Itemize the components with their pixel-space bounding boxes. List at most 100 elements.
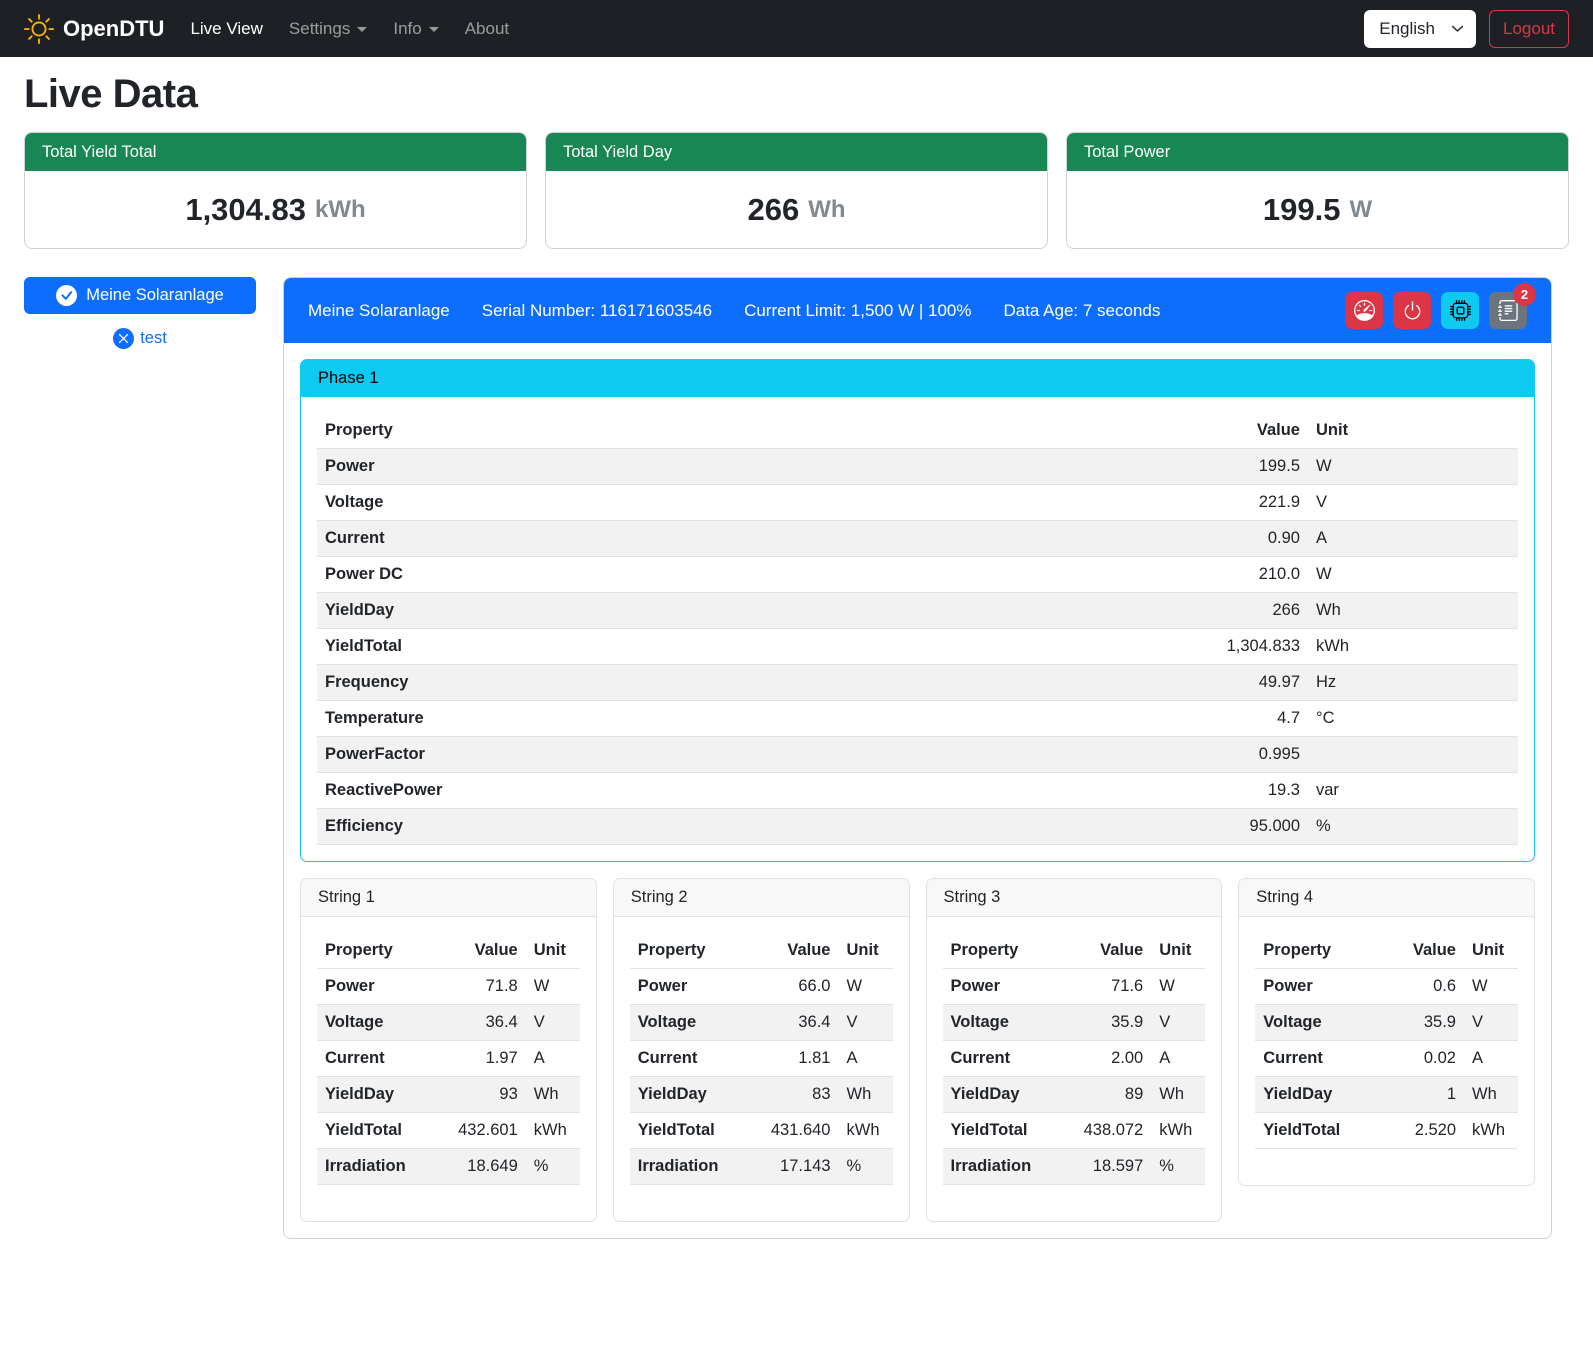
sidebar-item-meine-solaranlage[interactable]: Meine Solaranlage <box>24 277 256 314</box>
row-unit: V <box>1151 1005 1205 1041</box>
inverter-card-header: Meine Solaranlage Serial Number: 1161716… <box>284 278 1551 343</box>
row-value: 0.90 <box>910 521 1308 557</box>
column-header-property: Property <box>317 413 910 449</box>
column-header-unit: Unit <box>526 933 580 969</box>
table-row: Current0.02A <box>1255 1041 1518 1077</box>
row-unit: W <box>1464 969 1518 1005</box>
row-property: YieldTotal <box>1255 1113 1383 1149</box>
nav-item-about[interactable]: About <box>465 19 509 39</box>
row-unit: kWh <box>839 1113 893 1149</box>
string-4-table: Property Value Unit Power0.6WVoltage35.9… <box>1255 933 1518 1149</box>
row-unit: var <box>1308 773 1518 809</box>
table-row: YieldDay1Wh <box>1255 1077 1518 1113</box>
row-value: 66.0 <box>747 969 839 1005</box>
row-property: YieldDay <box>943 1077 1060 1113</box>
sidebar-item-label: test <box>140 329 167 348</box>
table-row: Voltage36.4V <box>630 1005 893 1041</box>
nav-item-live-view[interactable]: Live View <box>190 19 262 39</box>
row-unit: % <box>526 1149 580 1185</box>
column-header-value: Value <box>1383 933 1464 969</box>
row-value: 71.6 <box>1060 969 1152 1005</box>
row-property: Current <box>1255 1041 1383 1077</box>
row-unit: A <box>839 1041 893 1077</box>
device-info-button[interactable] <box>1441 292 1479 329</box>
row-property: Power <box>317 449 910 485</box>
logout-button[interactable]: Logout <box>1489 10 1569 48</box>
table-row: YieldTotal1,304.833kWh <box>317 629 1518 665</box>
language-select[interactable]: English <box>1364 10 1476 48</box>
nav-item-settings[interactable]: Settings <box>289 19 367 39</box>
row-value: 95.000 <box>910 809 1308 845</box>
column-header-unit: Unit <box>1151 933 1205 969</box>
language-select-value: English <box>1379 19 1435 39</box>
nav-links: Live View Settings Info About <box>190 19 509 39</box>
row-property: Power <box>317 969 434 1005</box>
nav-item-info[interactable]: Info <box>393 19 438 39</box>
table-row: Power71.8W <box>317 969 580 1005</box>
row-value: 4.7 <box>910 701 1308 737</box>
navbar-right: English Logout <box>1364 10 1569 48</box>
summary-card-title: Total Yield Day <box>546 133 1047 171</box>
row-unit: V <box>1308 485 1518 521</box>
row-property: Current <box>317 1041 434 1077</box>
table-row: Efficiency95.000% <box>317 809 1518 845</box>
row-unit: Wh <box>839 1077 893 1113</box>
table-row: ReactivePower19.3var <box>317 773 1518 809</box>
row-unit: W <box>1308 557 1518 593</box>
summary-card-unit: W <box>1349 196 1372 224</box>
string-card-1: String 1 Property Value Unit <box>300 878 597 1222</box>
phase-panel-title: Phase 1 <box>301 360 1534 397</box>
row-value: 1,304.833 <box>910 629 1308 665</box>
table-row: YieldDay89Wh <box>943 1077 1206 1113</box>
power-button[interactable] <box>1393 292 1431 329</box>
row-value: 431.640 <box>747 1113 839 1149</box>
column-header-property: Property <box>943 933 1060 969</box>
table-row: YieldTotal438.072kWh <box>943 1113 1206 1149</box>
brand[interactable]: OpenDTU <box>24 14 164 44</box>
row-value: 19.3 <box>910 773 1308 809</box>
row-property: YieldTotal <box>943 1113 1060 1149</box>
row-value: 0.995 <box>910 737 1308 773</box>
table-row: PowerFactor0.995 <box>317 737 1518 773</box>
row-value: 2.00 <box>1060 1041 1152 1077</box>
row-unit: % <box>1308 809 1518 845</box>
row-property: Irradiation <box>943 1149 1060 1185</box>
row-unit: kWh <box>1308 629 1518 665</box>
row-property: YieldDay <box>630 1077 747 1113</box>
row-value: 18.597 <box>1060 1149 1152 1185</box>
inverter-card: Meine Solaranlage Serial Number: 1161716… <box>283 277 1552 1239</box>
summary-card-value: 199.5 <box>1263 192 1341 228</box>
row-value: 199.5 <box>910 449 1308 485</box>
column-header-unit: Unit <box>1464 933 1518 969</box>
row-unit: Wh <box>1308 593 1518 629</box>
power-icon <box>1402 300 1423 321</box>
row-property: YieldTotal <box>630 1113 747 1149</box>
row-property: Voltage <box>317 1005 434 1041</box>
row-property: Voltage <box>1255 1005 1383 1041</box>
table-row: Power66.0W <box>630 969 893 1005</box>
table-row: YieldDay266Wh <box>317 593 1518 629</box>
table-row: YieldTotal2.520kWh <box>1255 1113 1518 1149</box>
column-header-value: Value <box>747 933 839 969</box>
sidebar-item-test[interactable]: test <box>113 328 167 349</box>
table-row: Power0.6W <box>1255 969 1518 1005</box>
row-value: 18.649 <box>434 1149 526 1185</box>
row-value: 438.072 <box>1060 1113 1152 1149</box>
row-unit <box>1308 737 1518 773</box>
inverter-name: Meine Solaranlage <box>308 301 450 321</box>
inverter-actions: 2 <box>1345 292 1527 329</box>
row-property: Power <box>1255 969 1383 1005</box>
row-property: YieldDay <box>317 1077 434 1113</box>
limit-settings-button[interactable] <box>1345 292 1383 329</box>
table-row: YieldDay83Wh <box>630 1077 893 1113</box>
inverter-serial: Serial Number: 116171603546 <box>482 301 712 321</box>
caret-down-icon <box>357 27 367 32</box>
row-value: 49.97 <box>910 665 1308 701</box>
brand-label: OpenDTU <box>63 16 164 42</box>
summary-card-unit: Wh <box>808 196 845 224</box>
chevron-down-icon <box>1451 22 1464 35</box>
table-row: Current0.90A <box>317 521 1518 557</box>
row-property: Power DC <box>317 557 910 593</box>
row-unit: Wh <box>526 1077 580 1113</box>
event-log-button[interactable]: 2 <box>1489 292 1527 329</box>
